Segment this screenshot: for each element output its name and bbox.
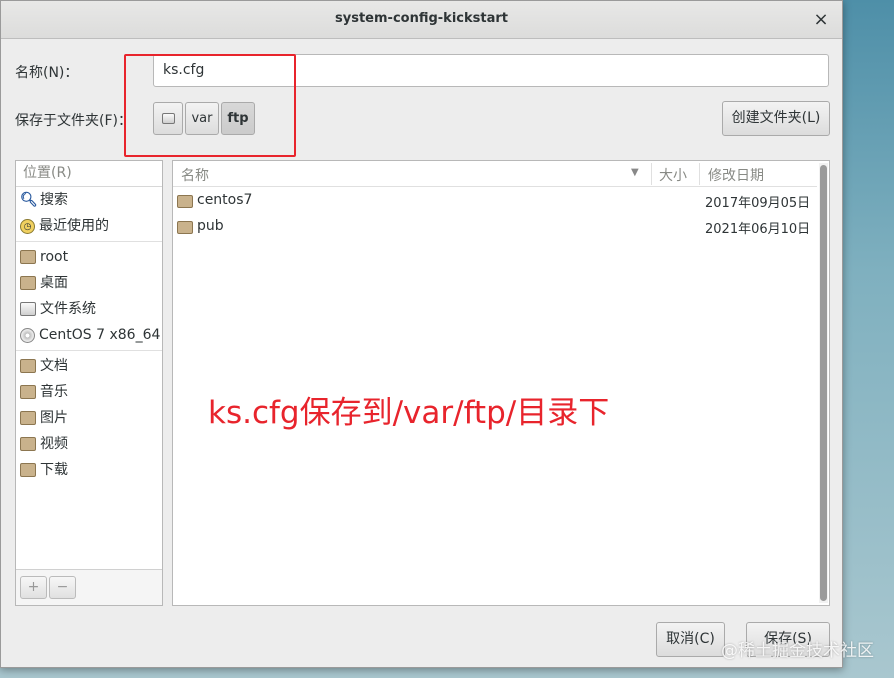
sidebar-item-filesystem[interactable]: 文件系统 [16, 296, 162, 322]
save-dialog: system-config-kickstart × 名称(N)： ks.cfg … [0, 0, 843, 668]
videos-folder-icon [20, 437, 36, 451]
title-bar[interactable]: system-config-kickstart × [1, 1, 842, 39]
path-button-ftp[interactable]: ftp [221, 102, 255, 135]
places-footer: + − [16, 569, 162, 605]
downloads-folder-icon [20, 463, 36, 477]
sidebar-item-label: 最近使用的 [39, 218, 109, 234]
cancel-button[interactable]: 取消(C) [656, 622, 725, 657]
sidebar-item-videos[interactable]: 视频 [16, 431, 162, 457]
sidebar-item-label: 搜索 [40, 192, 68, 208]
sidebar-item-documents[interactable]: 文档 [16, 353, 162, 379]
file-name: pub [197, 218, 224, 234]
column-header-size[interactable]: 大小 [659, 165, 687, 185]
sidebar-item-label: 文件系统 [40, 301, 96, 317]
search-icon: 🔍︎ [20, 192, 38, 208]
sidebar-item-desktop[interactable]: 桌面 [16, 270, 162, 296]
sidebar-item-label: 桌面 [40, 275, 68, 291]
sidebar-item-recent[interactable]: ◷ 最近使用的 [16, 213, 162, 239]
divider [16, 350, 162, 351]
file-list: 名称 ▼ 大小 修改日期 centos7 2017年09月05日 pub 202… [172, 160, 830, 606]
documents-folder-icon [20, 359, 36, 373]
column-header-modified[interactable]: 修改日期 [708, 165, 764, 185]
sidebar-item-label: CentOS 7 x86_64 [39, 327, 161, 343]
close-button[interactable]: × [810, 9, 832, 31]
sidebar-item-pictures[interactable]: 图片 [16, 405, 162, 431]
watermark: @稀土掘金技术社区 [721, 641, 874, 661]
sidebar-item-cdrom[interactable]: CentOS 7 x86_64 [16, 322, 162, 348]
filesystem-icon [20, 302, 36, 316]
sidebar-item-label: 视频 [40, 436, 68, 452]
sidebar-item-label: 下载 [40, 462, 68, 478]
table-row[interactable]: pub 2021年06月10日 [173, 214, 817, 240]
scrollbar-thumb[interactable] [820, 165, 827, 601]
cdrom-icon [20, 327, 35, 343]
folder-icon [177, 195, 193, 208]
pictures-folder-icon [20, 411, 36, 425]
sidebar-item-search[interactable]: 🔍︎ 搜索 [16, 187, 162, 213]
sidebar-item-label: 图片 [40, 410, 68, 426]
table-row[interactable]: centos7 2017年09月05日 [173, 188, 817, 214]
folder-icon [177, 221, 193, 234]
add-bookmark-button[interactable]: + [20, 576, 47, 599]
music-folder-icon [20, 385, 36, 399]
file-list-header: 名称 ▼ 大小 修改日期 [173, 161, 817, 187]
recent-icon: ◷ [20, 218, 35, 234]
sidebar-item-music[interactable]: 音乐 [16, 379, 162, 405]
disk-icon [161, 113, 175, 124]
file-modified: 2017年09月05日 [705, 196, 811, 211]
places-sidebar: 位置(R) 🔍︎ 搜索 ◷ 最近使用的 root 桌面 文件系统 CentOS … [15, 160, 163, 606]
vertical-scrollbar[interactable] [819, 163, 828, 603]
save-in-label: 保存于文件夹(F)： [15, 113, 132, 129]
path-button-root[interactable] [153, 102, 183, 135]
window-title: system-config-kickstart [335, 11, 508, 26]
annotation-text: ks.cfg保存到/var/ftp/目录下 [208, 395, 610, 431]
file-modified: 2021年06月10日 [705, 222, 811, 237]
filename-input[interactable]: ks.cfg [153, 54, 829, 87]
file-name: centos7 [197, 192, 253, 208]
sidebar-item-label: root [40, 249, 69, 265]
divider [16, 241, 162, 242]
sidebar-item-label: 音乐 [40, 384, 68, 400]
column-header-name[interactable]: 名称 [181, 165, 209, 185]
column-divider[interactable] [651, 163, 652, 185]
sidebar-item-label: 文档 [40, 358, 68, 374]
places-header: 位置(R) [16, 161, 162, 187]
sidebar-item-downloads[interactable]: 下载 [16, 457, 162, 483]
path-button-var[interactable]: var [185, 102, 219, 135]
sidebar-item-root[interactable]: root [16, 244, 162, 270]
name-label: 名称(N)： [15, 65, 79, 81]
remove-bookmark-button[interactable]: − [49, 576, 76, 599]
home-folder-icon [20, 250, 36, 264]
create-folder-button[interactable]: 创建文件夹(L) [722, 101, 830, 136]
column-divider[interactable] [699, 163, 700, 185]
desktop-folder-icon [20, 276, 36, 290]
sort-down-icon: ▼ [631, 167, 639, 178]
